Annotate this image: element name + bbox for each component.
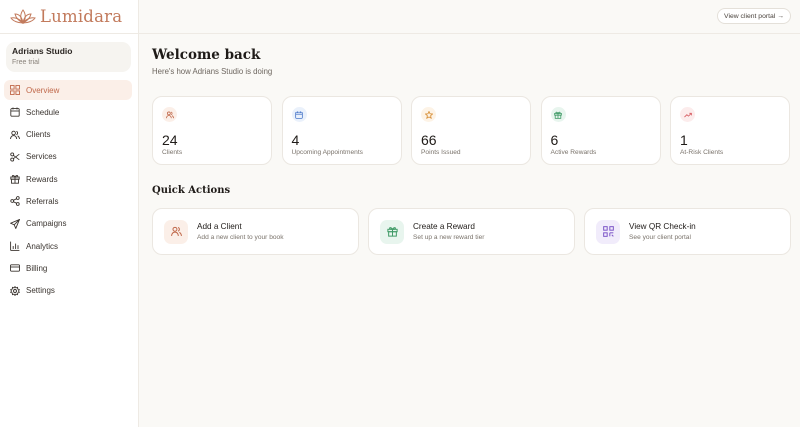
users-icon bbox=[10, 130, 20, 140]
view-qr-checkin-action[interactable]: View QR Check-in See your client portal bbox=[584, 208, 791, 255]
sidebar-item-label: Rewards bbox=[26, 174, 58, 184]
stat-label: At-Risk Clients bbox=[680, 149, 724, 156]
top-bar: View client portal → bbox=[139, 0, 800, 34]
action-description: Add a new client to your book bbox=[197, 234, 284, 241]
gear-icon bbox=[10, 285, 20, 296]
quick-actions-title: Quick Actions bbox=[152, 185, 231, 196]
sidebar-item-referrals[interactable]: Referrals bbox=[4, 191, 132, 211]
stat-label: Active Rewards bbox=[550, 149, 597, 156]
sidebar-nav: Overview Schedule Clients Services Rewar… bbox=[4, 80, 132, 303]
star-icon bbox=[421, 107, 436, 122]
view-client-portal-button[interactable]: View client portal → bbox=[717, 8, 791, 24]
sidebar-item-rewards[interactable]: Rewards bbox=[4, 169, 132, 189]
quick-actions: Add a Client Add a new client to your bo… bbox=[152, 208, 791, 255]
users-icon bbox=[162, 107, 177, 122]
sidebar-item-settings[interactable]: Settings bbox=[4, 281, 132, 301]
sidebar-item-label: Overview bbox=[26, 85, 60, 95]
stat-label: Points Issued bbox=[421, 149, 461, 156]
send-icon bbox=[10, 218, 20, 229]
stat-value: 66 bbox=[421, 132, 437, 148]
sidebar: Lumidara Adrians Studio Free trial Overv… bbox=[0, 0, 139, 427]
action-description: Set up a new reward tier bbox=[413, 234, 485, 241]
gift-icon bbox=[10, 174, 20, 184]
brand-header[interactable]: Lumidara bbox=[0, 0, 138, 34]
action-description: See your client portal bbox=[629, 234, 691, 241]
sidebar-item-billing[interactable]: Billing bbox=[4, 258, 132, 278]
trending-icon bbox=[680, 107, 695, 122]
credit-card-icon bbox=[10, 263, 20, 273]
sidebar-item-clients[interactable]: Clients bbox=[4, 125, 132, 145]
page-subtitle: Here's how Adrians Studio is doing bbox=[152, 67, 273, 76]
studio-plan: Free trial bbox=[12, 59, 40, 66]
sidebar-item-services[interactable]: Services bbox=[4, 147, 132, 167]
action-title: Create a Reward bbox=[413, 222, 475, 231]
bar-chart-icon bbox=[10, 241, 20, 251]
stat-card-points-issued[interactable]: 66 Points Issued bbox=[411, 96, 531, 165]
scissors-icon bbox=[10, 152, 20, 162]
calendar-icon bbox=[10, 107, 20, 117]
stat-value: 1 bbox=[680, 132, 688, 148]
gift-icon bbox=[550, 107, 566, 122]
sidebar-item-label: Analytics bbox=[26, 241, 59, 251]
create-reward-action[interactable]: Create a Reward Set up a new reward tier bbox=[368, 208, 575, 255]
sidebar-item-label: Billing bbox=[26, 263, 48, 273]
stat-value: 24 bbox=[162, 132, 178, 148]
stat-card-active-rewards[interactable]: 6 Active Rewards bbox=[540, 96, 661, 165]
sidebar-item-analytics[interactable]: Analytics bbox=[4, 236, 132, 256]
share-icon bbox=[10, 196, 20, 207]
grid-icon bbox=[10, 85, 20, 95]
stat-value: 6 bbox=[550, 132, 559, 148]
sidebar-item-campaigns[interactable]: Campaigns bbox=[4, 214, 132, 234]
calendar-icon bbox=[291, 107, 307, 122]
stat-label: Upcoming Appointments bbox=[291, 149, 363, 156]
sidebar-item-label: Campaigns bbox=[26, 219, 67, 229]
stat-card-clients[interactable]: 24 Clients bbox=[152, 96, 272, 165]
sidebar-item-label: Services bbox=[26, 152, 57, 162]
stat-card-upcoming-appointments[interactable]: 4 Upcoming Appointments bbox=[281, 96, 402, 165]
stat-value: 4 bbox=[291, 132, 300, 148]
action-title: Add a Client bbox=[197, 222, 242, 231]
sidebar-item-overview[interactable]: Overview bbox=[4, 80, 132, 100]
action-title: View QR Check-in bbox=[629, 222, 696, 231]
stats-row: 24 Clients 4 Upcoming Appointments 66 Po… bbox=[152, 96, 790, 165]
users-icon bbox=[164, 219, 188, 244]
lotus-icon bbox=[10, 8, 36, 24]
sidebar-item-schedule[interactable]: Schedule bbox=[4, 102, 132, 122]
add-client-action[interactable]: Add a Client Add a new client to your bo… bbox=[152, 208, 359, 255]
stat-card-at-risk-clients[interactable]: 1 At-Risk Clients bbox=[670, 96, 790, 165]
main-content: Welcome back Here's how Adrians Studio i… bbox=[152, 46, 792, 255]
studio-name: Adrians Studio bbox=[12, 46, 73, 56]
page-title: Welcome back bbox=[152, 47, 261, 63]
sidebar-item-label: Referrals bbox=[26, 196, 59, 206]
sidebar-item-label: Settings bbox=[26, 286, 55, 296]
sidebar-item-label: Schedule bbox=[26, 107, 60, 117]
sidebar-item-label: Clients bbox=[26, 130, 51, 140]
studio-switcher[interactable]: Adrians Studio Free trial bbox=[6, 42, 131, 72]
qr-code-icon bbox=[596, 219, 620, 244]
gift-icon bbox=[380, 219, 404, 244]
stat-label: Clients bbox=[162, 149, 183, 156]
brand-name: Lumidara bbox=[40, 7, 123, 26]
